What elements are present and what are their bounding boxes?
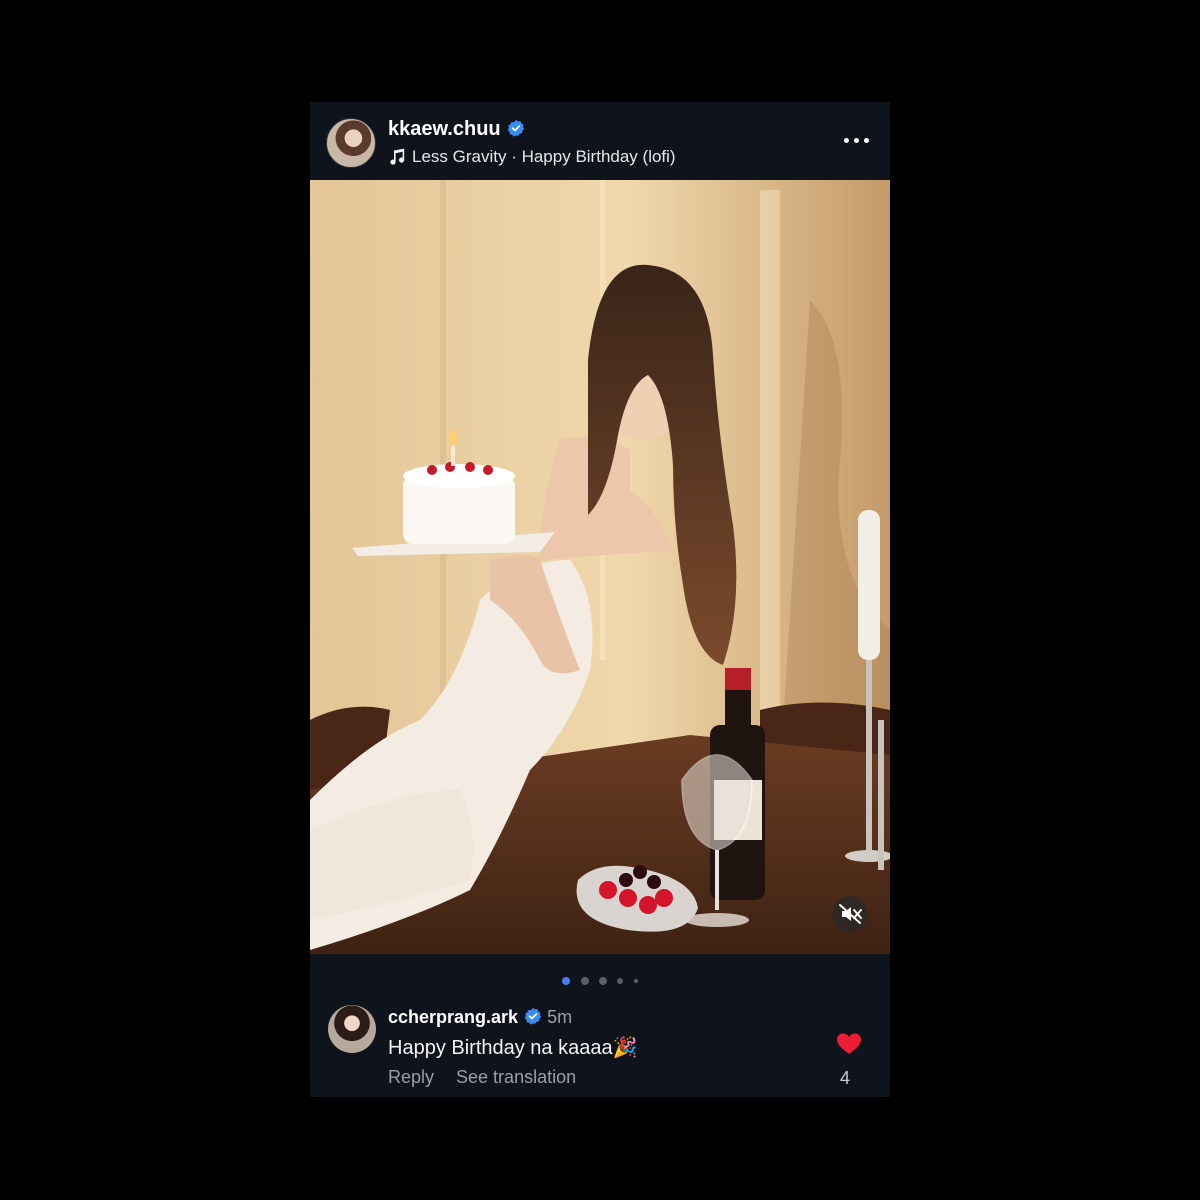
carousel-dot-active bbox=[562, 976, 571, 985]
music-title: Less Gravity · Happy Birthday (lofi) bbox=[412, 147, 676, 166]
music-note-icon bbox=[390, 148, 405, 165]
more-dot-3 bbox=[864, 138, 869, 143]
comment-like-count: 4 bbox=[840, 1068, 851, 1088]
comment-actions: Reply See translation bbox=[388, 1067, 576, 1088]
author-username-row[interactable]: kkaew.chuu bbox=[388, 118, 525, 141]
post-photo bbox=[310, 180, 890, 954]
reply-button[interactable]: Reply bbox=[388, 1067, 434, 1087]
muted-speaker-icon bbox=[839, 904, 862, 924]
verified-badge-icon bbox=[507, 119, 524, 137]
mute-toggle-button[interactable] bbox=[832, 896, 868, 932]
comment-timestamp: 5m bbox=[547, 1007, 573, 1027]
see-translation-button[interactable]: See translation bbox=[456, 1067, 576, 1087]
comment-header: ccherprang.ark 5m bbox=[388, 1007, 572, 1028]
more-dot-1 bbox=[844, 138, 849, 143]
author-avatar[interactable] bbox=[326, 118, 376, 168]
carousel-indicator bbox=[310, 972, 890, 985]
carousel-dot bbox=[633, 978, 638, 983]
more-dot-2 bbox=[854, 138, 859, 143]
heart-filled-icon[interactable] bbox=[836, 1032, 862, 1056]
carousel-dot bbox=[580, 976, 589, 985]
post-header: kkaew.chuu Less Gravity · Happy Birthday… bbox=[310, 102, 890, 180]
music-attribution[interactable]: Less Gravity · Happy Birthday (lofi) bbox=[388, 147, 676, 167]
verified-badge-icon bbox=[524, 1007, 542, 1025]
post-media[interactable] bbox=[310, 180, 890, 954]
carousel-dot bbox=[599, 976, 607, 985]
commenter-username[interactable]: ccherprang.ark bbox=[388, 1007, 518, 1027]
comment-text: Happy Birthday na kaaaa🎉 bbox=[388, 1037, 638, 1059]
carousel-dot bbox=[617, 977, 624, 984]
commenter-avatar[interactable] bbox=[328, 1005, 376, 1053]
post-card: kkaew.chuu Less Gravity · Happy Birthday… bbox=[310, 102, 890, 1097]
author-username[interactable]: kkaew.chuu bbox=[388, 118, 501, 140]
more-options-button[interactable] bbox=[844, 128, 870, 154]
